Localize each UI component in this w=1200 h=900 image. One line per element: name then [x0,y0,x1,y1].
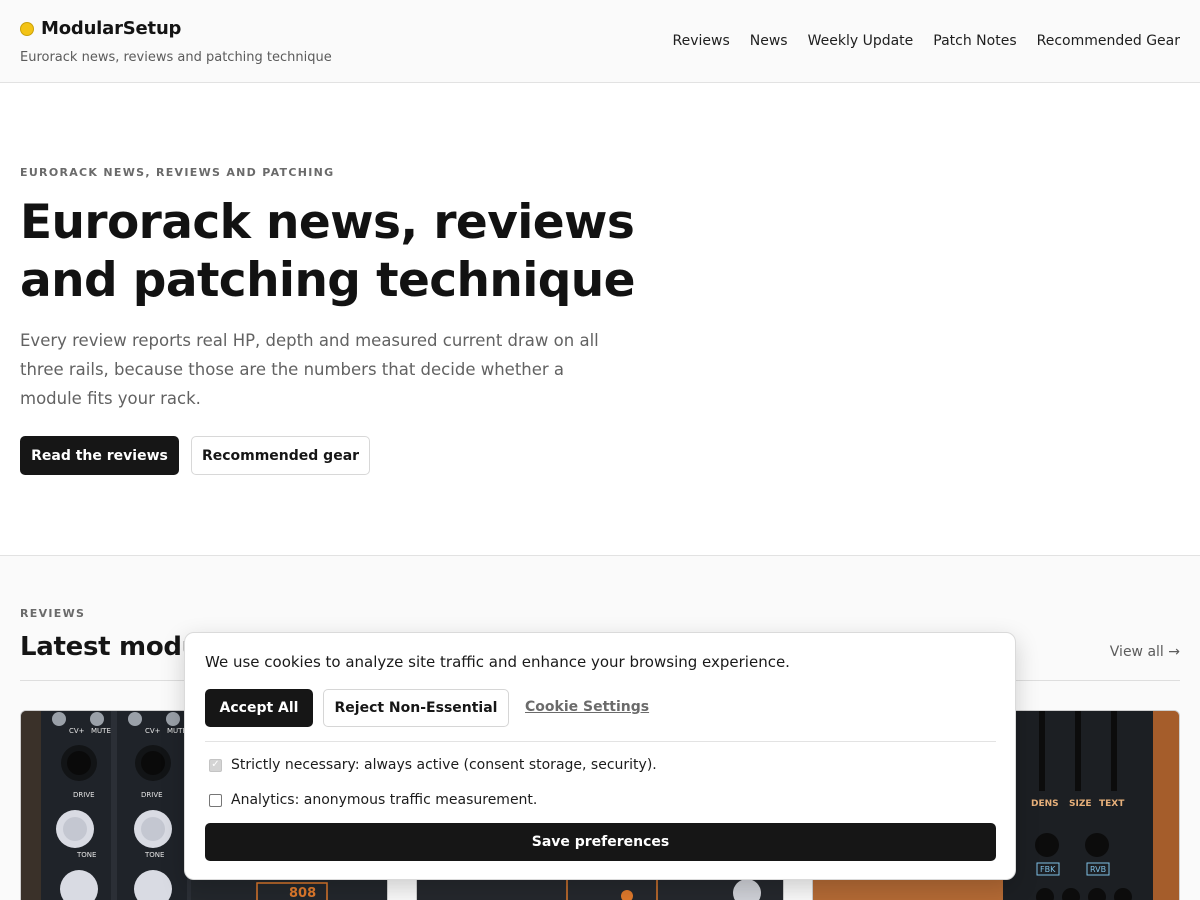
panel-label: TEXT [1099,799,1125,809]
panel-label: FBK [1040,865,1056,874]
panel-label: MUTE [91,727,111,735]
nav-reviews[interactable]: Reviews [673,33,730,49]
panel-label: DRIVE [141,791,163,799]
nav-patch-notes[interactable]: Patch Notes [933,33,1016,49]
panel-label: CV+ [69,727,85,735]
cookie-message: We use cookies to analyze site traffic a… [205,653,790,671]
panel-label: TONE [76,851,96,859]
panel-label: DENS [1031,799,1059,809]
accept-all-button[interactable]: Accept All [205,689,313,727]
recommended-gear-button[interactable]: Recommended gear [191,436,370,475]
analytics-checkbox[interactable] [209,793,222,807]
nav-news[interactable]: News [750,33,788,49]
logo-dot-icon [20,21,34,36]
cookie-option-analytics[interactable]: Analytics: anonymous traffic measurement… [209,792,537,808]
panel-label: 808 [289,886,316,900]
cookie-divider [205,741,996,742]
hero-section: EURORACK NEWS, REVIEWS AND PATCHING Euro… [0,84,1200,556]
view-all-link[interactable]: View all → [1110,644,1180,660]
cookie-banner: We use cookies to analyze site traffic a… [184,632,1016,880]
site-tagline: Eurorack news, reviews and patching tech… [20,50,332,65]
cookie-option-label: Analytics: anonymous traffic measurement… [231,792,538,808]
cookie-settings-link[interactable]: Cookie Settings [525,699,649,715]
reject-non-essential-button[interactable]: Reject Non-Essential [323,689,509,727]
nav-weekly-update[interactable]: Weekly Update [808,33,914,49]
necessary-checkbox: ✓ [209,758,222,772]
cookie-option-necessary: ✓ Strictly necessary: always active (con… [209,757,657,773]
hero-lead: Every review reports real HP, depth and … [20,331,599,408]
nav-recommended-gear[interactable]: Recommended Gear [1037,33,1180,49]
site-header: ModularSetup Eurorack news, reviews and … [0,0,1200,83]
panel-label: DRIVE [73,791,95,799]
brand-name: ModularSetup [41,18,182,39]
reviews-eyebrow: REVIEWS [20,607,86,620]
read-reviews-button[interactable]: Read the reviews [20,436,179,475]
main-nav: Reviews News Weekly Update Patch Notes R… [673,33,1181,49]
hero-title: Eurorack news, reviews and patching tech… [20,195,636,308]
panel-label: CV+ [145,727,161,735]
save-preferences-button[interactable]: Save preferences [205,823,996,861]
cookie-option-label: Strictly necessary: always active (conse… [231,757,657,773]
hero-eyebrow: EURORACK NEWS, REVIEWS AND PATCHING [20,166,335,179]
panel-label: RVB [1090,865,1106,874]
brand-link[interactable]: ModularSetup [20,18,181,39]
panel-label: TONE [144,851,164,859]
panel-label: SIZE [1069,799,1092,809]
